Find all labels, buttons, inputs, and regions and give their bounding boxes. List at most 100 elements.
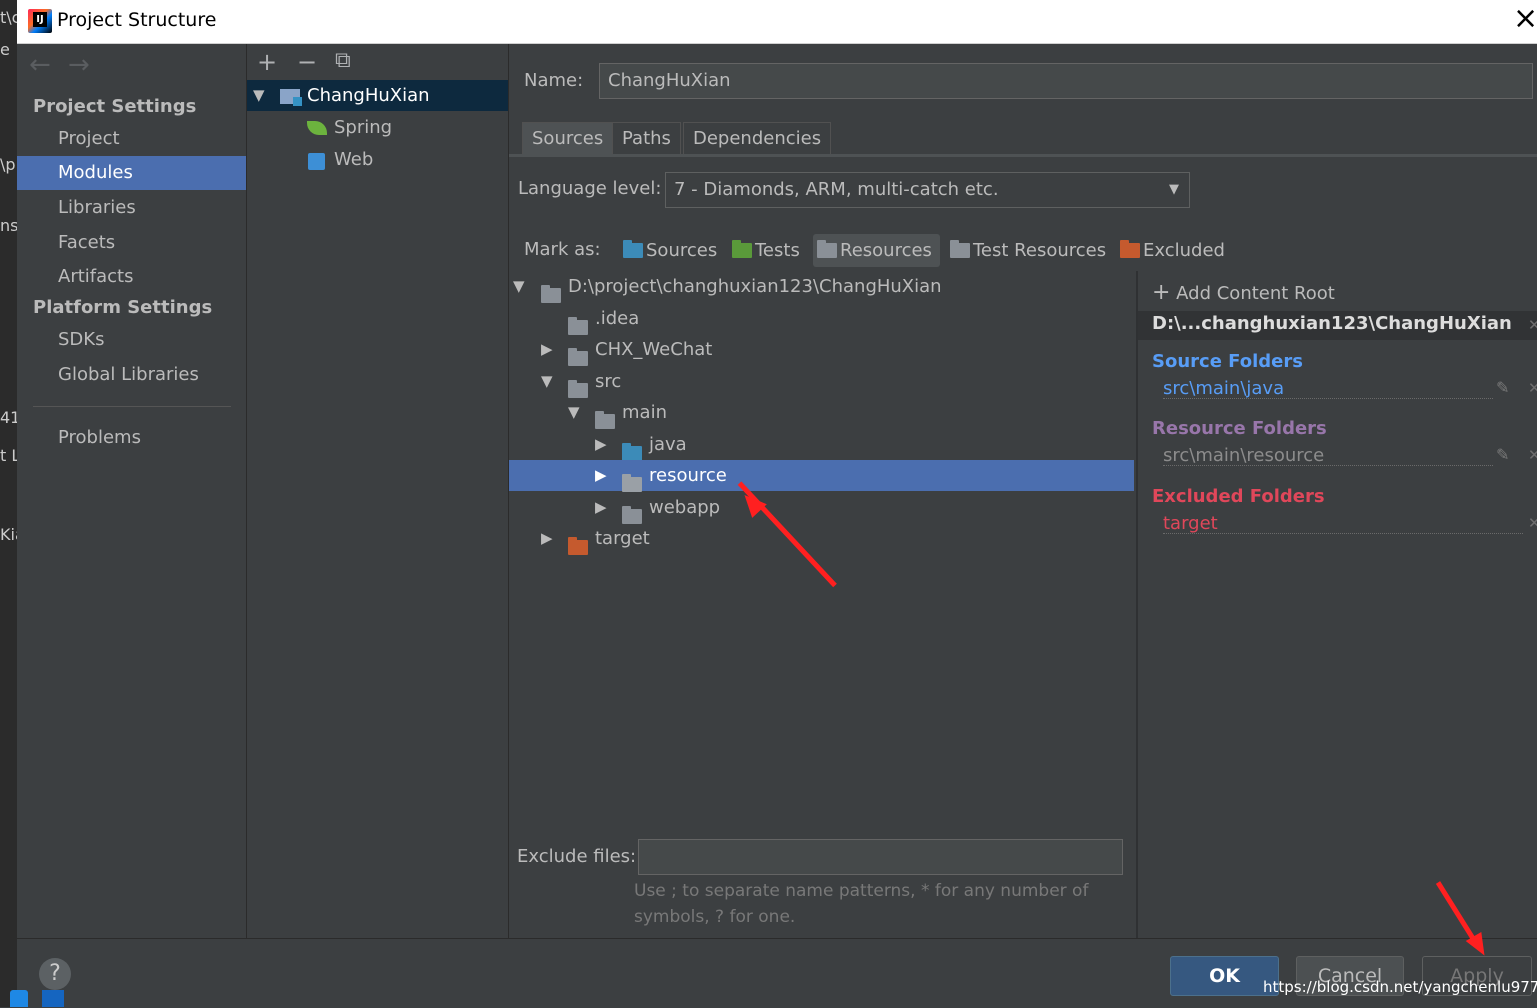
tree-row[interactable]: ▶ webapp [509, 492, 1134, 524]
expand-triangle-icon[interactable]: ▶ [541, 523, 553, 554]
folder-icon [622, 506, 642, 524]
edit-pencil-icon[interactable]: ✎ [1496, 378, 1509, 397]
title-bar [17, 0, 1537, 44]
forward-arrow-icon[interactable]: → [68, 50, 90, 80]
tree-row[interactable]: ▶ java [509, 429, 1134, 461]
module-settings-panel: Name: ChangHuXian Sources Paths Dependen… [509, 44, 1537, 938]
name-input[interactable]: ChangHuXian [599, 63, 1533, 99]
sidebar-item-facets[interactable]: Facets [17, 226, 246, 260]
mark-test-resources-button[interactable]: Test Resources [946, 234, 1106, 267]
tree-label: target [595, 528, 650, 549]
collapse-triangle-icon[interactable]: ▼ [513, 271, 525, 302]
excluded-folder-icon [1120, 240, 1140, 258]
add-content-root-link[interactable]: + Add Content Root [1152, 280, 1335, 305]
sidebar-item-project[interactable]: Project [17, 122, 246, 156]
shirt-icon [10, 990, 28, 1007]
mark-resources-button[interactable]: Resources [813, 234, 940, 267]
tests-folder-icon [732, 240, 752, 258]
back-arrow-icon[interactable]: ← [29, 50, 51, 80]
expand-triangle-icon[interactable]: ▶ [595, 429, 607, 460]
module-tree-item[interactable]: ▼ ChangHuXian [247, 80, 508, 111]
folder-icon [568, 348, 588, 366]
expand-triangle-icon[interactable]: ▶ [595, 492, 607, 523]
hint-line-1: Use ; to separate name patterns, * for a… [634, 881, 1089, 901]
resource-folders-heading: Resource Folders [1152, 418, 1327, 439]
facet-tree-item[interactable]: Web [247, 144, 508, 175]
window-title: Project Structure [57, 9, 217, 31]
edge-text: t\c [0, 8, 17, 27]
edge-text: Kia [0, 525, 17, 544]
language-level-select[interactable]: 7 - Diamonds, ARM, multi-catch etc. ▼ [665, 172, 1190, 208]
resources-folder-icon [622, 474, 642, 492]
tree-row[interactable]: .idea [509, 303, 1134, 335]
collapse-triangle-icon[interactable]: ▼ [541, 366, 553, 397]
tree-row[interactable]: ▶ target [509, 523, 1134, 555]
facet-tree-item[interactable]: Spring [247, 112, 508, 143]
edge-text: t L [0, 446, 17, 465]
excluded-folder-path[interactable]: target [1163, 513, 1218, 534]
edge-text: e [0, 40, 10, 59]
source-folder-path[interactable]: src\main\java [1163, 378, 1284, 399]
exclude-files-input[interactable] [638, 839, 1123, 875]
mark-as-label: Mark as: [524, 239, 601, 260]
remove-root-icon[interactable]: ✕ [1528, 316, 1537, 334]
tree-label: .idea [595, 308, 640, 329]
web-globe-icon [308, 153, 325, 170]
edge-text: ns [0, 216, 17, 235]
language-level-label: Language level: [518, 178, 662, 199]
tree-label: main [622, 402, 667, 423]
close-icon[interactable]: × [1513, 4, 1537, 34]
edge-text: \p [0, 155, 16, 174]
remove-icon[interactable]: ✕ [1528, 379, 1537, 397]
add-icon[interactable]: + [257, 48, 277, 76]
mark-tests-button[interactable]: Tests [728, 234, 800, 267]
divider [1163, 533, 1523, 534]
tab-sources[interactable]: Sources [522, 122, 614, 154]
resource-folder-path[interactable]: src\main\resource [1163, 445, 1324, 466]
sidebar-item-artifacts[interactable]: Artifacts [17, 260, 246, 294]
content-root-tree: ▼ D:\project\changhuxian123\ChangHuXian … [509, 271, 1134, 831]
sidebar-item-libraries[interactable]: Libraries [17, 191, 246, 225]
sidebar-item-problems[interactable]: Problems [17, 421, 246, 455]
tree-row[interactable]: ▼ main [509, 397, 1134, 429]
content-roots-panel: + Add Content Root D:\...changhuxian123\… [1136, 271, 1537, 938]
remove-icon[interactable]: − [297, 48, 317, 76]
remove-icon[interactable]: ✕ [1528, 514, 1537, 532]
sources-folder-icon [623, 240, 643, 258]
tree-label: D:\project\changhuxian123\ChangHuXian [568, 276, 942, 297]
hint-line-2: symbols, ? for one. [634, 907, 796, 927]
tree-row[interactable]: ▶ CHX_WeChat [509, 334, 1134, 366]
mark-sources-button[interactable]: Sources [619, 234, 717, 267]
module-tree-panel: + − ⧉ ▼ ChangHuXian Spring Web [247, 44, 509, 938]
language-level-value: 7 - Diamonds, ARM, multi-catch etc. [674, 179, 999, 200]
tab-paths[interactable]: Paths [612, 122, 681, 154]
sidebar-item-sdks[interactable]: SDKs [17, 323, 246, 357]
expand-triangle-icon[interactable]: ▼ [253, 80, 265, 111]
tree-row[interactable]: ▼ D:\project\changhuxian123\ChangHuXian [509, 271, 1134, 303]
expand-triangle-icon[interactable]: ▶ [595, 460, 607, 491]
edit-pencil-icon[interactable]: ✎ [1496, 445, 1509, 464]
facet-name: Web [334, 149, 374, 170]
resources-folder-icon [817, 240, 837, 258]
collapse-triangle-icon[interactable]: ▼ [568, 397, 580, 428]
dialog-button-bar: ? OK Cancel Apply [17, 938, 1537, 1008]
sidebar-item-modules[interactable]: Modules [17, 156, 246, 190]
sidebar-item-global-libraries[interactable]: Global Libraries [17, 358, 246, 392]
tab-dependencies[interactable]: Dependencies [683, 122, 832, 154]
mark-excluded-button[interactable]: Excluded [1116, 234, 1225, 267]
divider [33, 406, 231, 407]
remove-icon[interactable]: ✕ [1528, 446, 1537, 464]
tree-row[interactable]: ▼ src [509, 366, 1134, 398]
help-icon[interactable]: ? [39, 958, 71, 990]
tree-row-selected[interactable]: ▶ resource [509, 460, 1134, 492]
tree-label: java [649, 434, 687, 455]
project-settings-heading: Project Settings [33, 96, 197, 117]
watermark-text: https://blog.csdn.net/yangchenlu9774 [1263, 978, 1537, 996]
name-label: Name: [524, 70, 584, 91]
module-badge-icon [293, 97, 302, 106]
content-root-path: D:\...changhuxian123\ChangHuXian [1152, 313, 1512, 334]
excluded-folders-heading: Excluded Folders [1152, 486, 1325, 507]
settings-sidebar: ← → Project Settings Project Modules Lib… [17, 44, 247, 938]
expand-triangle-icon[interactable]: ▶ [541, 334, 553, 365]
copy-icon[interactable]: ⧉ [335, 48, 351, 73]
